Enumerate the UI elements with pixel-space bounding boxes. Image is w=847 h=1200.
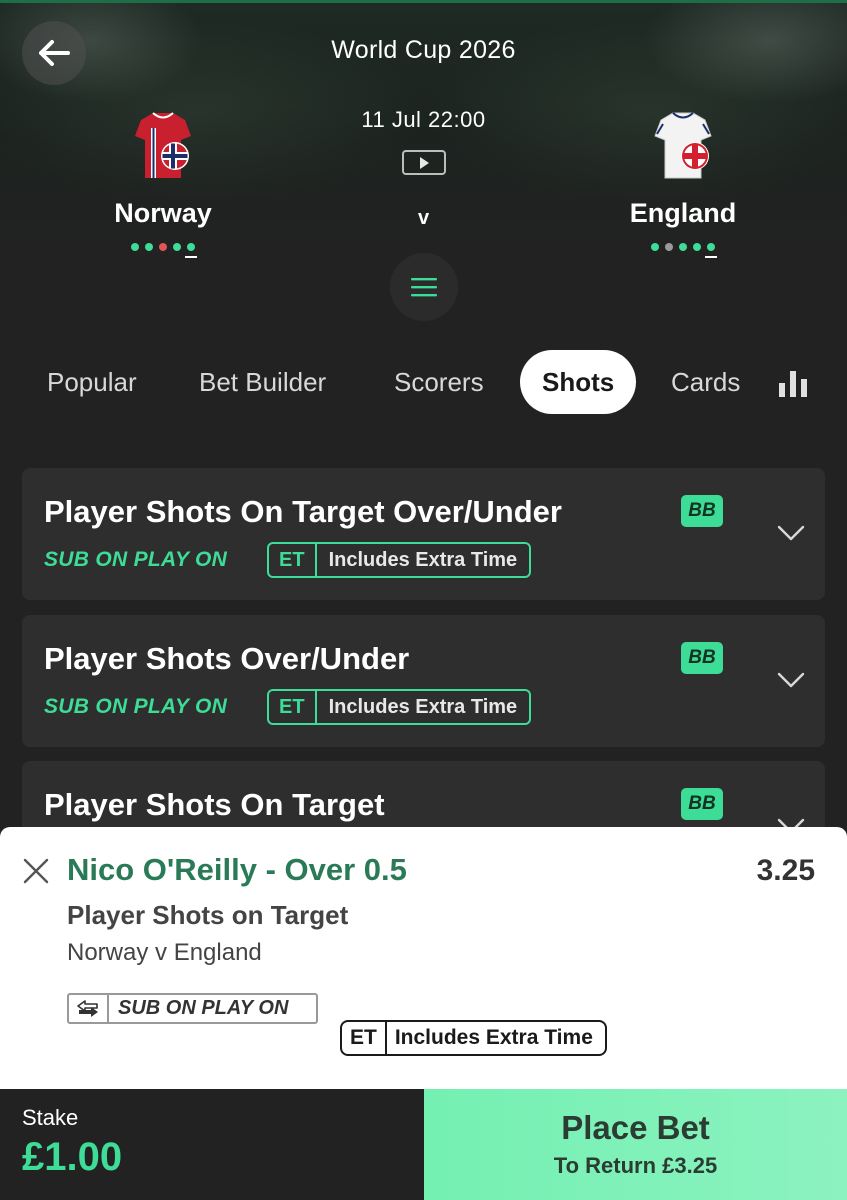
bet-builder-badge: BB [681,788,723,820]
form-dot [185,243,197,258]
form-dot [173,243,181,251]
form-dot [679,243,687,251]
extra-time-badge: ET Includes Extra Time [340,1020,607,1056]
form-dot [131,243,139,251]
sub-on-play-on-badge: SUB ON PLAY ON [67,993,318,1024]
sub-on-play-on-label: SUB ON PLAY ON [44,695,228,718]
extra-time-badge: ET Includes Extra Time [267,542,532,578]
stake-label: Stake [22,1105,79,1130]
form-dot [693,243,701,251]
selection-name: Nico O'Reilly - Over 0.5 [67,852,407,887]
england-jersey-icon [654,112,712,179]
sub-on-play-on-text: SUB ON PLAY ON [118,997,289,1019]
form-dot [145,243,153,251]
potential-return: To Return £3.25 [553,1153,718,1178]
form-dot [705,243,717,258]
market-card[interactable]: Player Shots On Target Over/Under SUB ON… [22,468,825,600]
swap-icon [69,995,109,1022]
away-team[interactable]: England [583,110,783,258]
market-title: Player Shots On Target [44,787,385,822]
tab-bet-builder[interactable]: Bet Builder [199,350,326,414]
tab-scorers[interactable]: Scorers [394,350,484,414]
chevron-down-icon[interactable] [777,671,805,689]
extra-time-badge: ET Includes Extra Time [267,689,532,725]
home-team-form [63,243,263,258]
close-icon[interactable] [22,857,50,885]
form-dot [665,243,673,251]
market-tabs: Popular Bet Builder Scorers Shots Cards [0,350,847,414]
bet-builder-badge: BB [681,495,723,527]
place-bet-label: Place Bet [561,1109,710,1146]
chevron-down-icon[interactable] [777,524,805,542]
market-title: Player Shots On Target Over/Under [44,494,562,529]
home-team[interactable]: Norway [63,110,263,258]
tab-shots[interactable]: Shots [520,350,637,414]
menu-icon [411,278,437,297]
norway-jersey-icon [135,112,191,178]
form-dot [651,243,659,251]
top-accent-line [0,0,847,3]
market-card[interactable]: Player Shots Over/Under SUB ON PLAY ON E… [22,615,825,747]
market-menu-button[interactable] [390,253,458,321]
et-label: ET [269,544,317,576]
tab-cards[interactable]: Cards [671,350,741,414]
away-team-name: England [629,198,737,228]
selection-market: Player Shots on Target [67,900,349,930]
bet-builder-badge: BB [681,642,723,674]
stats-icon[interactable] [778,369,808,397]
place-bet-button[interactable]: Place Bet To Return £3.25 [424,1089,847,1200]
et-label: ET [269,691,317,723]
et-label: ET [342,1022,387,1054]
betslip-panel: Nico O'Reilly - Over 0.5 3.25 Player Sho… [0,827,847,1089]
home-team-name: Norway [114,198,212,228]
competition-title: World Cup 2026 [331,36,516,64]
stake-input[interactable]: £1.00 [22,1135,122,1180]
sub-on-play-on-label: SUB ON PLAY ON [44,548,228,571]
selection-event: Norway v England [67,939,262,966]
away-team-form [583,243,783,258]
selection-odds: 3.25 [756,854,815,887]
et-text: Includes Extra Time [394,1026,593,1049]
market-title: Player Shots Over/Under [44,641,410,676]
play-icon[interactable] [402,150,446,175]
et-text: Includes Extra Time [328,695,518,718]
form-dot [159,243,167,251]
bet-footer: Stake £1.00 Place Bet To Return £3.25 [0,1089,847,1200]
tab-popular[interactable]: Popular [47,350,137,414]
et-text: Includes Extra Time [328,548,518,571]
